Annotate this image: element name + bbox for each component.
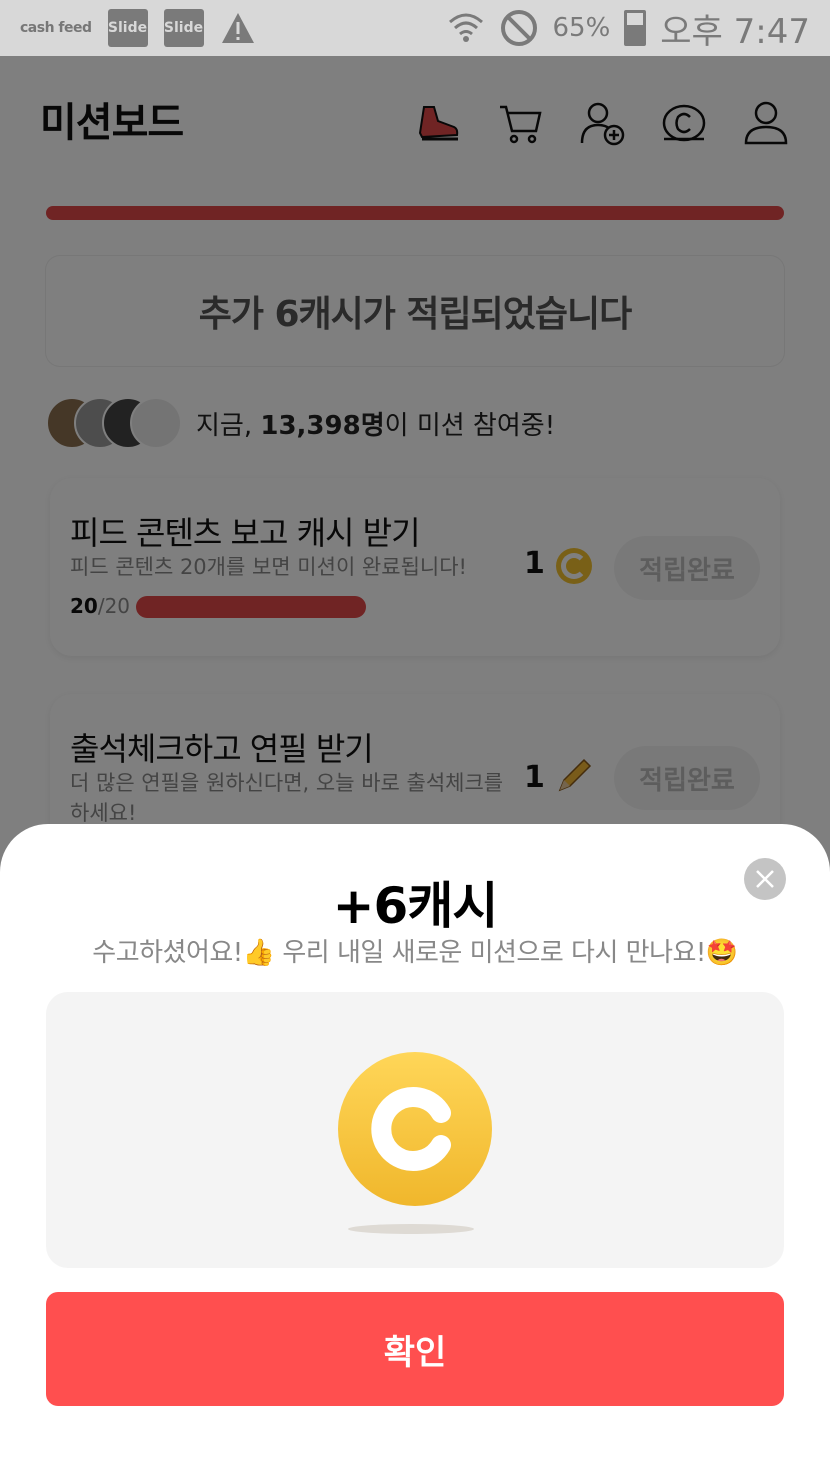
reward-coin-box bbox=[46, 992, 784, 1268]
reward-title: +6캐시 bbox=[332, 877, 499, 935]
battery-icon bbox=[624, 10, 647, 46]
slide-notification-icon-2: Slide bbox=[163, 9, 204, 47]
slide-notification-icon: Slide bbox=[107, 9, 148, 47]
cashfeed-notification-icon: cash feed bbox=[20, 19, 92, 36]
wifi-icon bbox=[449, 13, 484, 42]
reward-subtitle: 수고하셨어요!👍 우리 내일 새로운 미션으로 다시 만나요!🤩 bbox=[92, 938, 738, 968]
battery-percent: 65% bbox=[552, 13, 611, 43]
warning-icon bbox=[221, 13, 254, 43]
do-not-disturb-icon bbox=[501, 10, 538, 46]
cash-coin-icon bbox=[338, 1052, 492, 1206]
confirm-button[interactable]: 확인 bbox=[46, 1292, 784, 1406]
status-bar: cash feed Slide Slide 65% 오후 7:47 bbox=[0, 0, 830, 56]
reward-bottom-sheet: +6캐시 수고하셨어요!👍 우리 내일 새로운 미션으로 다시 만나요!🤩 확인 bbox=[0, 824, 830, 1476]
coin-shadow bbox=[348, 1224, 474, 1234]
clock: 오후 7:47 bbox=[660, 11, 810, 52]
